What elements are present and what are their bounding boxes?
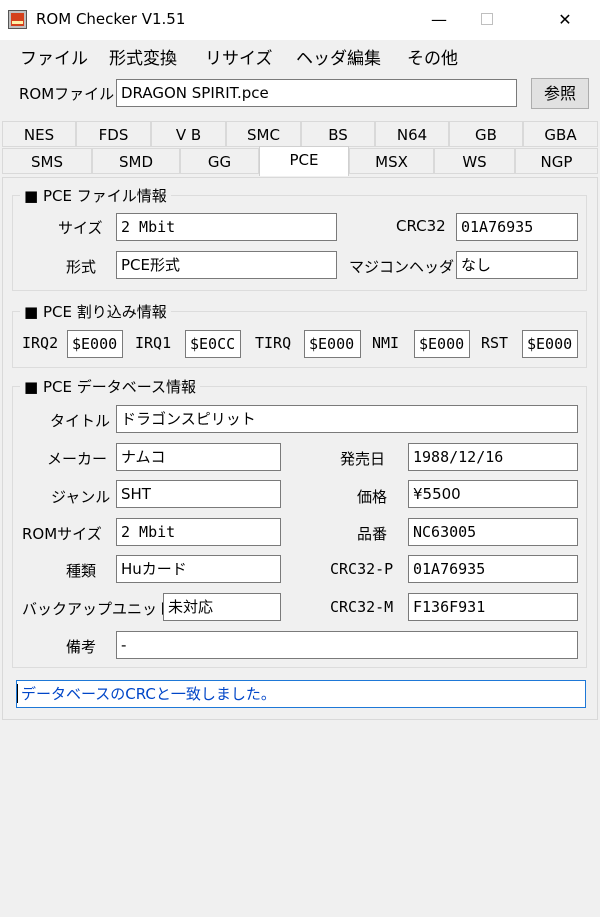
tab-gba[interactable]: GBA	[523, 121, 598, 147]
crc32-label: CRC32	[396, 217, 446, 235]
text-caret	[17, 684, 18, 703]
menu-convert[interactable]: 形式変換	[109, 44, 177, 69]
tab-msx[interactable]: MSX	[349, 148, 434, 174]
release-date-label: 発売日	[340, 450, 386, 468]
nmi-field[interactable]: $E000	[414, 330, 470, 358]
note-field[interactable]: -	[116, 631, 578, 659]
tab-sms[interactable]: SMS	[2, 148, 92, 174]
genre-label: ジャンル	[51, 488, 111, 506]
tab-n64[interactable]: N64	[375, 121, 449, 147]
database-info-title: ■ PCE データベース情報	[20, 376, 200, 397]
close-icon: ✕	[558, 10, 572, 29]
crc32m-label: CRC32-M	[330, 598, 394, 616]
menu-file[interactable]: ファイル	[20, 44, 88, 69]
irq2-field[interactable]: $E000	[67, 330, 123, 358]
size-field[interactable]: 2 Mbit	[116, 213, 337, 241]
tab-gg[interactable]: GG	[180, 148, 259, 174]
irq-info-title: ■ PCE 割り込み情報	[20, 301, 171, 322]
irq1-field[interactable]: $E0CC	[185, 330, 241, 358]
menu-header-edit[interactable]: ヘッダ編集	[296, 44, 381, 69]
note-label: 備考	[66, 638, 97, 656]
tab-pce[interactable]: PCE	[259, 146, 349, 176]
maximize-icon	[481, 13, 493, 25]
crc32p-field[interactable]: 01A76935	[408, 555, 578, 583]
rst-field[interactable]: $E000	[522, 330, 578, 358]
app-icon	[8, 10, 27, 29]
magicon-header-label: マジコンヘッダ	[349, 258, 455, 276]
browse-button[interactable]: 参照	[531, 78, 589, 109]
game-title-field[interactable]: ドラゴンスピリット	[116, 405, 578, 433]
nmi-label: NMI	[372, 334, 400, 352]
tab-smd[interactable]: SMD	[92, 148, 180, 174]
menu-other[interactable]: その他	[407, 44, 458, 69]
minimize-icon: —	[431, 10, 447, 29]
tirq-label: TIRQ	[255, 334, 292, 352]
game-title-label: タイトル	[50, 412, 111, 430]
status-message[interactable]: データベースのCRCと一致しました。	[16, 680, 586, 708]
media-type-field[interactable]: Huカード	[116, 555, 281, 583]
rom-file-input[interactable]: DRAGON SPIRIT.pce	[116, 79, 517, 107]
rom-size-label: ROMサイズ	[22, 525, 102, 543]
irq2-label: IRQ2	[22, 334, 59, 352]
tab-gb[interactable]: GB	[449, 121, 523, 147]
rst-label: RST	[481, 334, 509, 352]
crc32p-label: CRC32-P	[330, 560, 394, 578]
format-field[interactable]: PCE形式	[116, 251, 337, 279]
tab-smc[interactable]: SMC	[226, 121, 301, 147]
tab-bs[interactable]: BS	[301, 121, 375, 147]
product-code-field[interactable]: NC63005	[408, 518, 578, 546]
backup-unit-field[interactable]: 未対応	[163, 593, 281, 621]
price-label: 価格	[357, 488, 388, 506]
media-type-label: 種類	[66, 562, 97, 580]
maker-field[interactable]: ナムコ	[116, 443, 281, 471]
maker-label: メーカー	[47, 450, 108, 468]
product-code-label: 品番	[357, 525, 388, 543]
tab-nes[interactable]: NES	[2, 121, 76, 147]
tab-ws[interactable]: WS	[434, 148, 515, 174]
rom-size-field[interactable]: 2 Mbit	[116, 518, 281, 546]
crc32-field[interactable]: 01A76935	[456, 213, 578, 241]
crc32m-field[interactable]: F136F931	[408, 593, 578, 621]
format-label: 形式	[66, 258, 97, 276]
size-label: サイズ	[58, 219, 103, 237]
release-date-field[interactable]: 1988/12/16	[408, 443, 578, 471]
backup-unit-label: バックアップユニット	[22, 600, 173, 618]
tab-ngp[interactable]: NGP	[515, 148, 598, 174]
tirq-field[interactable]: $E000	[304, 330, 361, 358]
file-info-title: ■ PCE ファイル情報	[20, 185, 171, 206]
genre-field[interactable]: SHT	[116, 480, 281, 508]
tab-fds[interactable]: FDS	[76, 121, 151, 147]
price-field[interactable]: ¥5500	[408, 480, 578, 508]
irq1-label: IRQ1	[135, 334, 172, 352]
minimize-button[interactable]: —	[416, 0, 462, 40]
window-title: ROM Checker V1.51	[36, 10, 186, 28]
close-button[interactable]: ✕	[542, 0, 588, 40]
rom-file-label: ROMファイル	[19, 85, 115, 103]
tab-vb[interactable]: V B	[151, 121, 226, 147]
maximize-button	[464, 0, 510, 40]
menu-resize[interactable]: リサイズ	[205, 44, 273, 69]
magicon-header-field[interactable]: なし	[456, 251, 578, 279]
